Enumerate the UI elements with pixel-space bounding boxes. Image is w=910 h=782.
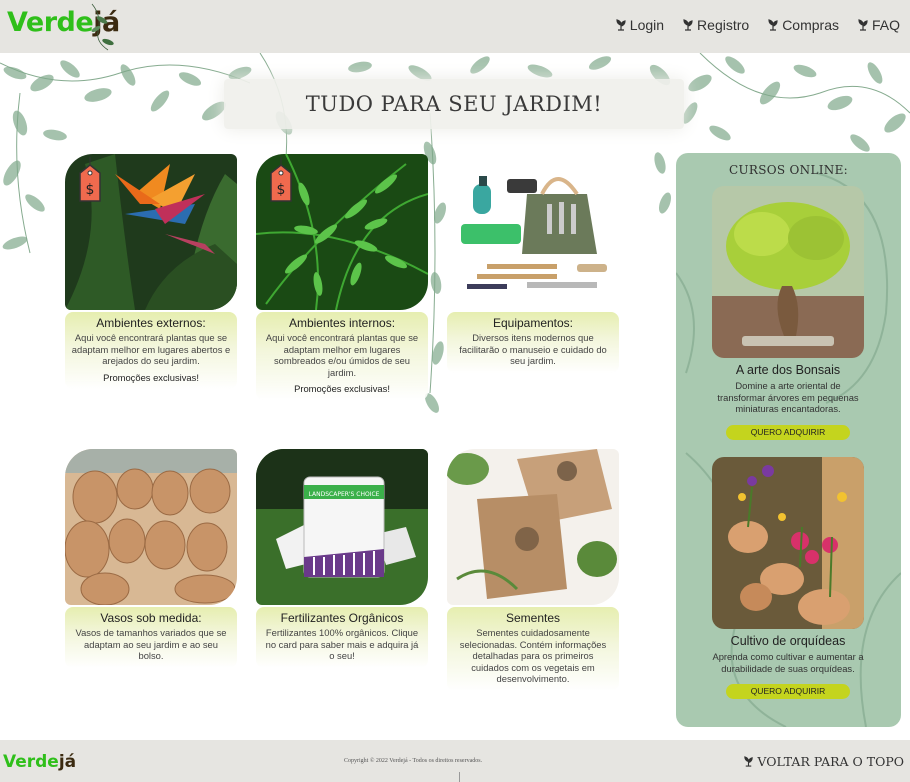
svg-text:$: $ (277, 182, 286, 198)
card-image (447, 449, 619, 605)
price-tag-icon: $ (79, 157, 101, 202)
card-title: Ambientes internos: (288, 316, 396, 330)
main-content: TUDO PARA SEU JARDIM! $ Ambientes extern… (0, 53, 910, 743)
card-image: LANDSCAPER'S CHOICE (256, 449, 428, 605)
nav-login[interactable]: Login (615, 17, 664, 33)
card-body: Fertilizantes Orgânicos Fertilizantes 10… (256, 607, 428, 668)
nav-faq-label: FAQ (871, 17, 900, 33)
hero-banner: TUDO PARA SEU JARDIM! (224, 79, 684, 129)
courses-panel: CURSOS ONLINE: A arte dos Bonsais Domine… (676, 153, 901, 727)
card-title: Sementes (505, 611, 561, 625)
course-title: A arte dos Bonsais (735, 363, 841, 377)
back-to-top-label: VOLTAR PARA O TOPO (757, 754, 904, 769)
product-card-ambientes-internos[interactable]: $ Ambientes internos: Aqui você encontra… (256, 154, 428, 400)
leaf-icon (616, 19, 626, 31)
card-image: $ (65, 154, 237, 310)
course-title: Cultivo de orquídeas (730, 634, 846, 648)
divider (459, 772, 460, 782)
card-body: Sementes Sementes cuidadosamente selecio… (447, 607, 619, 691)
buy-course-button[interactable]: QUERO ADQUIRIR (726, 684, 850, 699)
nav-registro[interactable]: Registro (682, 17, 749, 33)
card-body: Ambientes externos: Aqui você encontrará… (65, 312, 237, 389)
card-body: Vasos sob medida: Vasos de tamanhos vari… (65, 607, 237, 668)
nav-login-label: Login (629, 17, 665, 33)
svg-text:LANDSCAPER'S CHOICE: LANDSCAPER'S CHOICE (309, 491, 380, 498)
leaf-icon (768, 19, 778, 31)
course-image (712, 457, 864, 629)
card-image (65, 449, 237, 605)
course-card-orquideas[interactable]: Cultivo de orquídeas Aprenda como cultiv… (712, 457, 864, 699)
header: Verdejá Login Registro Compras FAQ (0, 0, 910, 53)
course-card-bonsai[interactable]: A arte dos Bonsais Domine a arte orienta… (712, 186, 864, 440)
card-promo: Promoções exclusivas! (103, 371, 199, 383)
card-image (447, 154, 619, 310)
card-description: Fertilizantes 100% orgânicos. Clique no … (265, 627, 419, 661)
card-image: $ (256, 154, 428, 310)
logo-leaf-icon (91, 3, 114, 51)
copyright: Copyright © 2022 Verdejá - Todos os dire… (344, 758, 483, 764)
main-nav: Login Registro Compras FAQ (615, 17, 900, 33)
course-image (712, 186, 864, 358)
course-description: Domine a arte oriental de transformar ár… (717, 380, 859, 414)
card-description: Aqui você encontrará plantas que se adap… (265, 332, 419, 378)
card-title: Ambientes externos: (96, 316, 206, 330)
svg-text:$: $ (86, 182, 95, 198)
back-to-top-link[interactable]: VOLTAR PARA O TOPO (743, 754, 904, 769)
card-body: Ambientes internos: Aqui você encontrará… (256, 312, 428, 400)
product-card-vasos-sob-medida[interactable]: Vasos sob medida: Vasos de tamanhos vari… (65, 449, 237, 668)
course-description: Aprenda como cultivar e aumentar a durab… (712, 651, 864, 674)
footer-logo[interactable]: Verdejá (3, 752, 76, 772)
product-card-fertilizantes[interactable]: LANDSCAPER'S CHOICE Fertilizantes Orgâni… (256, 449, 428, 668)
product-card-ambientes-externos[interactable]: $ Ambientes externos: Aqui você encontra… (65, 154, 237, 389)
courses-title: CURSOS ONLINE: (729, 163, 848, 177)
card-title: Equipamentos: (492, 316, 574, 330)
product-card-sementes[interactable]: Sementes Sementes cuidadosamente selecio… (447, 449, 619, 691)
nav-registro-label: Registro (697, 17, 750, 33)
card-description: Aqui você encontrará plantas que se adap… (71, 332, 231, 366)
card-description: Diversos itens modernos que facilitarão … (459, 332, 607, 366)
leaf-icon (858, 19, 868, 31)
card-description: Sementes cuidadosamente selecionadas. Co… (459, 627, 607, 684)
buy-course-button[interactable]: QUERO ADQUIRIR (726, 424, 850, 440)
price-tag-icon: $ (270, 157, 292, 202)
nav-compras[interactable]: Compras (767, 17, 839, 33)
nav-compras-label: Compras (782, 17, 839, 33)
card-title: Vasos sob medida: (100, 611, 202, 625)
card-title: Fertilizantes Orgânicos (280, 611, 404, 625)
card-description: Vasos de tamanhos variados que se adapta… (75, 627, 227, 661)
page-title: TUDO PARA SEU JARDIM! (305, 92, 603, 116)
product-card-equipamentos[interactable]: Equipamentos: Diversos itens modernos qu… (447, 154, 619, 373)
leaf-icon (744, 756, 754, 767)
footer: Verdejá Copyright © 2022 Verdejá - Todos… (0, 740, 910, 782)
card-promo: Promoções exclusivas! (294, 383, 390, 394)
card-body: Equipamentos: Diversos itens modernos qu… (447, 312, 619, 373)
nav-faq[interactable]: FAQ (857, 17, 900, 33)
leaf-icon (683, 19, 693, 31)
